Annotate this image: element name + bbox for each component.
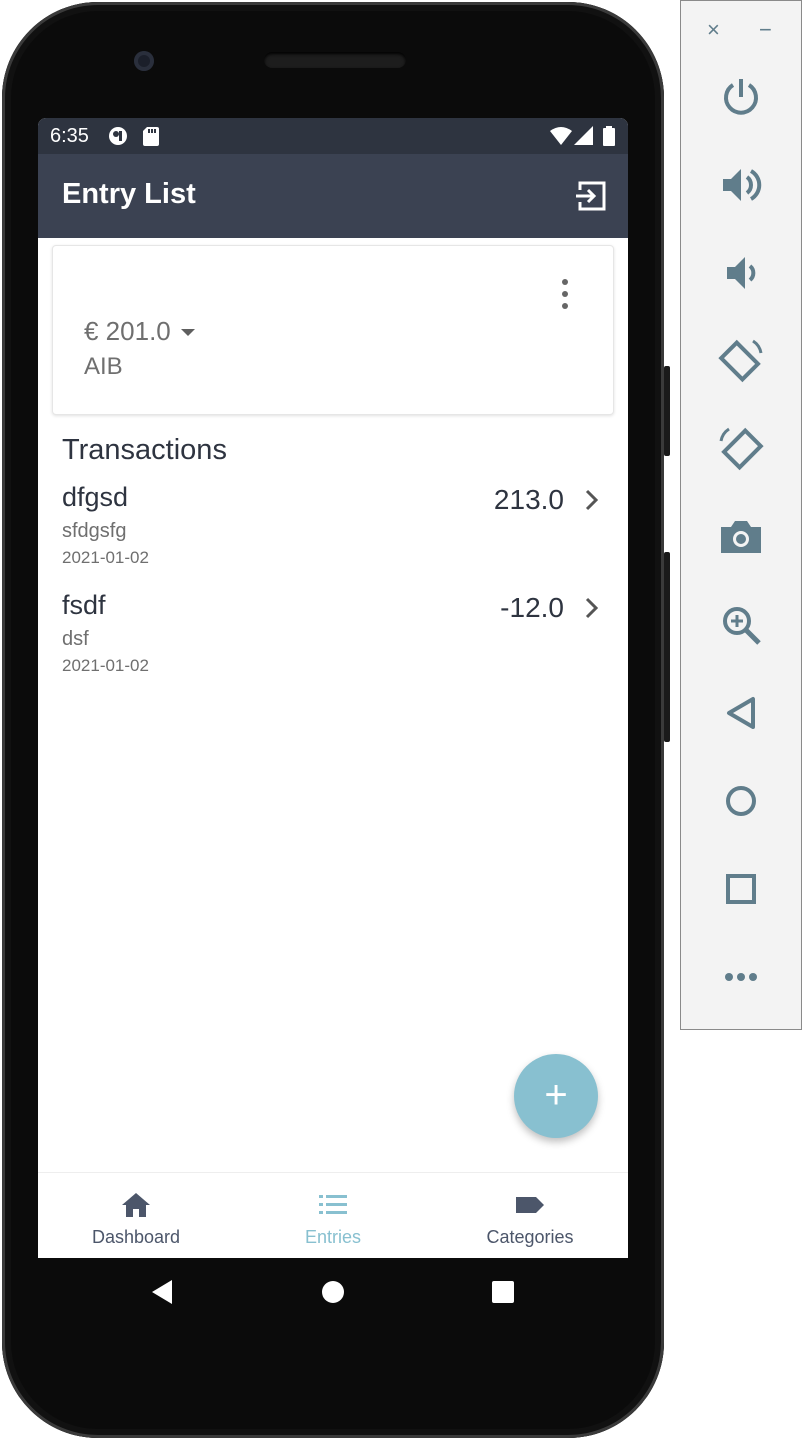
logout-icon	[576, 181, 606, 211]
transaction-name: dfgsd	[62, 482, 129, 512]
list-icon	[319, 1195, 347, 1214]
earpiece-speaker	[264, 52, 406, 68]
account-bank-name: AIB	[84, 353, 123, 380]
transaction-item[interactable]: dfgsd sfdgsfg 2021-01-02 213.0	[38, 482, 628, 582]
transaction-name: fsdf	[62, 590, 106, 620]
overview-button[interactable]	[717, 865, 765, 913]
nav-item-dashboard[interactable]: Dashboard	[38, 1173, 234, 1258]
emulator-toolbar: × −	[680, 0, 802, 1030]
transaction-description: dsf	[62, 628, 89, 650]
nav-label-entries: Entries	[304, 1227, 362, 1247]
wifi-icon	[550, 126, 572, 152]
status-time: 6:35	[50, 125, 89, 147]
system-back-icon[interactable]	[150, 1278, 174, 1306]
back-icon	[727, 697, 755, 729]
volume-down-button[interactable]	[717, 249, 765, 297]
dropdown-caret-icon	[180, 329, 195, 336]
zoom-button[interactable]	[717, 601, 765, 649]
power-icon	[724, 79, 758, 115]
account-selector[interactable]: € 201.0	[84, 316, 195, 347]
cell-signal-icon	[574, 126, 594, 152]
add-entry-button[interactable]: +	[514, 1054, 598, 1138]
nav-item-entries[interactable]: Entries	[235, 1173, 431, 1258]
transaction-amount: 213.0	[493, 484, 564, 515]
logout-button[interactable]	[574, 178, 610, 214]
nav-label-categories: Categories	[486, 1227, 574, 1247]
overview-icon	[726, 874, 756, 904]
transactions-heading: Transactions	[62, 434, 227, 466]
more-vert-icon	[562, 279, 568, 309]
account-card[interactable]: € 201.0 AIB	[52, 245, 614, 415]
chevron-right-icon	[585, 597, 599, 619]
rotate-right-button[interactable]	[717, 425, 765, 473]
back-button[interactable]	[717, 689, 765, 737]
page-title: Entry List	[62, 178, 196, 210]
volume-down-icon	[727, 257, 756, 289]
transaction-amount: -12.0	[500, 592, 564, 623]
minimize-button[interactable]: −	[759, 17, 772, 43]
transaction-date: 2021-01-02	[62, 548, 149, 567]
system-navigation-bar	[38, 1258, 628, 1330]
more-icon	[725, 973, 757, 981]
home-button[interactable]	[717, 777, 765, 825]
front-camera	[134, 51, 154, 71]
more-button[interactable]	[717, 953, 765, 1001]
transaction-item[interactable]: fsdf dsf 2021-01-02 -12.0	[38, 590, 628, 690]
chevron-right-icon	[585, 489, 599, 511]
bottom-navigation: Dashboard Entries Categories	[38, 1172, 628, 1258]
notification-icon	[108, 126, 128, 152]
app-bar: Entry List	[38, 154, 628, 238]
volume-up-icon	[723, 169, 762, 201]
power-button[interactable]	[717, 73, 765, 121]
phone-side-button	[664, 366, 670, 456]
transaction-description: sfdgsfg	[62, 520, 127, 542]
nav-item-categories[interactable]: Categories	[432, 1173, 628, 1258]
transaction-date: 2021-01-02	[62, 656, 149, 675]
status-bar: 6:35	[38, 118, 628, 154]
device-screen: 6:35 Entry List € 201.0 AIB Transactions…	[38, 118, 628, 1258]
camera-icon	[721, 521, 761, 553]
nav-label-dashboard: Dashboard	[91, 1227, 181, 1247]
rotate-left-icon	[718, 339, 763, 383]
zoom-icon	[723, 607, 761, 645]
system-home-icon[interactable]	[321, 1278, 345, 1306]
sd-card-icon	[142, 126, 160, 152]
system-overview-icon[interactable]	[491, 1278, 515, 1306]
home-icon	[122, 1193, 150, 1217]
close-button[interactable]: ×	[707, 17, 720, 43]
home-circle-icon	[726, 786, 756, 816]
label-icon	[516, 1197, 544, 1213]
more-options-button[interactable]	[553, 278, 577, 310]
rotate-left-button[interactable]	[717, 337, 765, 385]
phone-side-button	[664, 552, 670, 742]
screenshot-button[interactable]	[717, 513, 765, 561]
battery-icon	[603, 126, 615, 152]
account-balance: € 201.0	[84, 316, 171, 346]
volume-up-button[interactable]	[717, 161, 765, 209]
rotate-right-icon	[719, 427, 764, 471]
